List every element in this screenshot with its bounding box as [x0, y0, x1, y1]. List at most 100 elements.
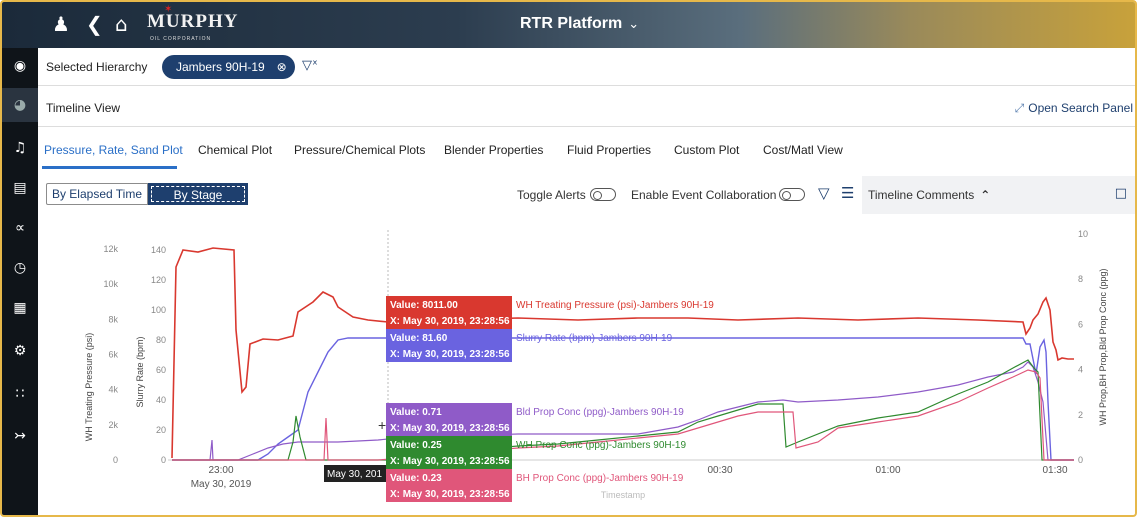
clear-filter-icon[interactable]: ▽ˣ — [302, 58, 318, 73]
by-elapsed-time-button[interactable]: By Elapsed Time — [46, 183, 148, 205]
x-tick: 00:30 — [707, 465, 732, 476]
y-tick-label: 6k — [108, 350, 118, 360]
bell-icon[interactable]: ♫ — [2, 140, 38, 156]
dashboard-icon[interactable]: ◕ — [2, 88, 38, 122]
tab-pressure-rate-sand[interactable]: Pressure, Rate, Sand Plot — [44, 143, 183, 157]
y-axis-prop-conc: 0 2 4 6 8 10 — [1078, 229, 1088, 465]
tooltip-time: X: May 30, 2019, 23:28:56 — [390, 423, 510, 434]
y-tick-label: 20 — [156, 425, 166, 435]
location-icon[interactable]: ◉ — [2, 58, 38, 74]
y-tick-label: 8 — [1078, 274, 1083, 284]
x-axis-label: Timestamp — [601, 490, 645, 500]
chevron-down-icon: ⌄ — [628, 17, 640, 32]
settings-gear-icon[interactable]: ⚙ — [2, 343, 38, 359]
active-tab-indicator — [42, 166, 177, 169]
sidebar: ◉ ◕ ♫ ▤ ∝ ◷ ▦ ⚙ ∷ ↣ — [2, 48, 38, 515]
timer-icon[interactable]: ◷ — [2, 260, 38, 276]
y-tick-label: 120 — [151, 275, 166, 285]
timeline-comments-panel[interactable]: Timeline Comments ⌃ □ — [862, 176, 1135, 214]
y-tick-label: 12k — [103, 244, 118, 254]
tooltip-series-name: WH Treating Pressure (psi)-Jambers 90H-1… — [516, 300, 714, 311]
logo-text: MURPHY — [147, 11, 239, 32]
logo-subtext: OIL CORPORATION — [150, 36, 212, 42]
event-collab-switch[interactable] — [779, 188, 805, 201]
chart-svg[interactable]: 0 2k 4k 6k 8k 10k 12k 0 20 40 60 80 100 120 140 0 2 4 6 8… — [38, 222, 1137, 517]
y-tick-label: 8k — [108, 314, 118, 324]
tooltip-time: X: May 30, 2019, 23:28:56 — [390, 489, 510, 500]
y-label-prop-conc: WH Prop,BH Prop,Bld Prop Conc (ppg) — [1098, 268, 1108, 425]
clipboard-icon[interactable]: ▦ — [2, 300, 38, 316]
filter-icon[interactable]: ▽ — [818, 184, 830, 202]
x-tick: 01:00 — [875, 465, 900, 476]
close-icon[interactable]: ⊗ — [277, 55, 287, 79]
chevron-up-icon[interactable]: ⌃ — [980, 188, 990, 202]
home-icon[interactable]: ⌂ — [115, 12, 128, 36]
top-bar: ♟ ❮ ⌂ ✶ MURPHY OIL CORPORATION RTR Platf… — [2, 2, 1135, 48]
y-tick-label: 4 — [1078, 365, 1083, 375]
event-collab-label: Enable Event Collaboration — [631, 188, 777, 202]
tab-pressure-chemical[interactable]: Pressure/Chemical Plots — [294, 143, 425, 157]
y-tick-label: 2k — [108, 420, 118, 430]
murphy-logo[interactable]: ✶ MURPHY OIL CORPORATION — [147, 4, 239, 42]
user-icon[interactable]: ♟ — [52, 12, 70, 36]
chip-label: Jambers 90H-19 — [176, 60, 265, 74]
platform-selector[interactable]: RTR Platform ⌄ — [520, 15, 639, 33]
y-axis-slurry: 0 20 40 60 80 100 120 140 — [151, 245, 166, 465]
tab-custom-plot[interactable]: Custom Plot — [674, 143, 739, 157]
crosshair-icon: + — [378, 417, 386, 433]
hierarchy-chip[interactable]: Jambers 90H-19 ⊗ — [162, 55, 295, 79]
share-icon[interactable]: ∝ — [2, 220, 38, 236]
tab-chemical-plot[interactable]: Chemical Plot — [198, 143, 272, 157]
tab-cost-matl[interactable]: Cost/Matl View — [763, 143, 843, 157]
y-tick-label: 10 — [1078, 229, 1088, 239]
tooltip-value: Value: 81.60 — [390, 333, 448, 344]
y-tick-label: 0 — [1078, 455, 1083, 465]
toggle-alerts-label: Toggle Alerts — [517, 188, 586, 202]
expand-arrow-icon[interactable]: ↣ — [2, 428, 38, 444]
tooltip-value: Value: 0.23 — [390, 473, 442, 484]
y-tick-label: 2 — [1078, 410, 1083, 420]
toggle-alerts-switch[interactable] — [590, 188, 616, 201]
by-stage-button[interactable]: By Stage — [148, 183, 248, 205]
tooltip-time: X: May 30, 2019, 23:28:56 — [390, 316, 510, 327]
x-tick-sub: May 30, 2019 — [191, 479, 252, 490]
tooltip-series-name: Bld Prop Conc (ppg)-Jambers 90H-19 — [516, 407, 684, 418]
tooltip-series-name: WH Prop Conc (ppg)-Jambers 90H-19 — [516, 440, 686, 451]
tab-blender-properties[interactable]: Blender Properties — [444, 143, 543, 157]
menu-icon[interactable]: ☰ — [841, 184, 854, 202]
tooltip-slurry-rate: Value: 81.60 X: May 30, 2019, 23:28:56 S… — [386, 329, 673, 362]
y-tick-label: 0 — [161, 455, 166, 465]
tooltip-value: Value: 8011.00 — [390, 300, 458, 311]
star-icon: ✶ — [164, 4, 173, 15]
y-tick-label: 80 — [156, 335, 166, 345]
timeline-bar: Timeline View ⤢ Open Search Panel — [38, 87, 1135, 127]
x-tick: 01:30 — [1042, 465, 1067, 476]
platform-title: RTR Platform — [520, 15, 623, 32]
pressure-rate-chart[interactable]: 0 2k 4k 6k 8k 10k 12k 0 20 40 60 80 100 120 140 0 2 4 6 8… — [38, 222, 1137, 517]
tooltip-value: Value: 0.25 — [390, 440, 442, 451]
hierarchy-bar: Selected Hierarchy Jambers 90H-19 ⊗ ▽ˣ — [38, 48, 1135, 86]
search-panel-label: Open Search Panel — [1028, 101, 1133, 115]
timeline-view-label: Timeline View — [46, 101, 121, 115]
y-tick-label: 4k — [108, 385, 118, 395]
y-tick-label: 140 — [151, 245, 166, 255]
comment-icon[interactable]: □ — [1115, 186, 1127, 201]
tooltip-series-name: Slurry Rate (bpm)-Jambers 90H-19 — [516, 333, 673, 344]
y-label-pressure: WH Treating Pressure (psi) — [84, 333, 94, 442]
series-wh-treating-pressure — [171, 247, 1074, 459]
hierarchy-label: Selected Hierarchy — [46, 60, 148, 74]
tab-fluid-properties[interactable]: Fluid Properties — [567, 143, 651, 157]
tooltip-series-name: BH Prop Conc (ppg)-Jambers 90H-19 — [516, 473, 684, 484]
devices-icon[interactable]: ▤ — [2, 180, 38, 196]
y-tick-label: 0 — [113, 455, 118, 465]
cursor-x-label: May 30, 201 — [327, 469, 382, 480]
y-label-slurry: Slurry Rate (bpm) — [135, 336, 145, 407]
back-icon[interactable]: ❮ — [86, 12, 103, 36]
timeline-comments-label: Timeline Comments — [868, 188, 975, 202]
y-tick-label: 100 — [151, 305, 166, 315]
network-icon[interactable]: ∷ — [2, 386, 38, 402]
controls-bar: By Elapsed Time By Stage Toggle Alerts E… — [38, 174, 1135, 214]
app-window: ♟ ❮ ⌂ ✶ MURPHY OIL CORPORATION RTR Platf… — [0, 0, 1137, 517]
open-search-panel-link[interactable]: ⤢ Open Search Panel — [1015, 101, 1133, 116]
y-tick-label: 40 — [156, 395, 166, 405]
